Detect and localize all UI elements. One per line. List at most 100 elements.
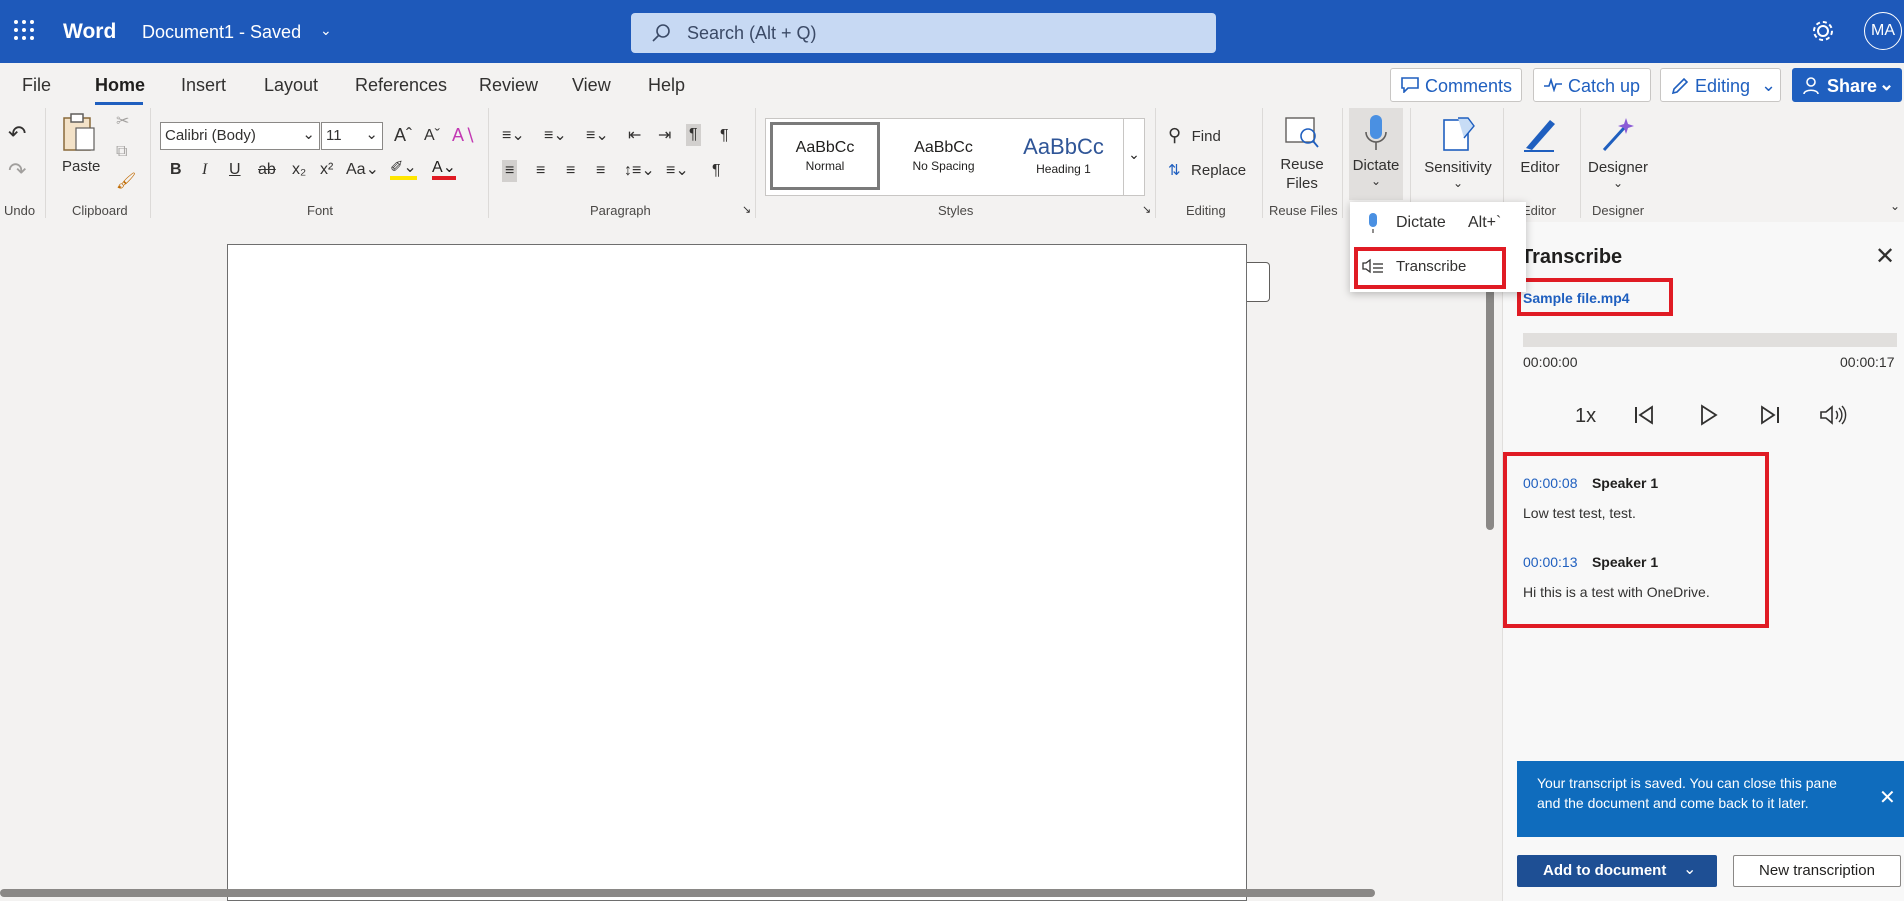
tab-review[interactable]: Review [479, 75, 538, 96]
cut-icon[interactable]: ✂ [116, 114, 129, 130]
comment-icon [1401, 77, 1419, 93]
ribbon: ↶ ↷ Undo Paste ✂ ⧉ 🖌 Clipboard Calibri (… [0, 108, 1904, 223]
numbering-icon[interactable]: ≡⌄ [544, 128, 567, 144]
highlight-icon[interactable]: ✐⌄ [390, 160, 417, 180]
search-box[interactable]: Search (Alt + Q) [631, 13, 1216, 53]
ltr-icon[interactable]: ¶ [686, 124, 701, 146]
italic-icon[interactable]: I [202, 162, 207, 178]
tab-home-underline [95, 102, 143, 105]
volume-icon[interactable] [1819, 404, 1847, 431]
increase-indent-icon[interactable]: ⇥ [658, 128, 671, 144]
find-button[interactable]: ⚲ Find [1168, 126, 1221, 146]
tab-layout[interactable]: Layout [264, 75, 318, 96]
chevron-down-icon[interactable]: ⌄ [320, 22, 332, 39]
app-launcher-icon[interactable] [12, 18, 36, 42]
editor-button[interactable]: Editor [1510, 114, 1570, 176]
style-no-spacing-name: No Spacing [912, 159, 975, 173]
grow-font-icon[interactable]: Aˆ [394, 126, 412, 144]
tab-home[interactable]: Home [95, 75, 145, 96]
document-title[interactable]: Document1 - Saved [142, 22, 301, 43]
line-spacing-icon[interactable]: ↕≡⌄ [624, 163, 655, 179]
font-color-icon[interactable]: A⌄ [432, 160, 457, 180]
comments-button[interactable]: Comments [1390, 68, 1522, 102]
saved-notification-text: Your transcript is saved. You can close … [1537, 775, 1837, 811]
skip-forward-icon[interactable] [1759, 404, 1781, 431]
highlight-box-file [1517, 278, 1673, 316]
divider [1155, 108, 1156, 218]
font-size-select[interactable]: 11 ⌄ [321, 122, 383, 150]
vertical-scrollbar[interactable] [1486, 280, 1494, 530]
horizontal-scrollbar[interactable] [0, 889, 1375, 897]
time-elapsed: 00:00:00 [1523, 354, 1578, 370]
audio-progress-bar[interactable] [1523, 333, 1897, 347]
replace-button[interactable]: ⇅ Replace [1168, 162, 1246, 180]
designer-button[interactable]: Designer ⌄ [1584, 114, 1652, 190]
tab-view[interactable]: View [572, 75, 611, 96]
editor-label: Editor [1520, 159, 1560, 176]
play-icon[interactable] [1697, 404, 1719, 431]
document-page[interactable] [227, 244, 1247, 901]
dialog-launcher-icon[interactable]: ↘ [1142, 205, 1151, 216]
align-right-icon[interactable]: ≡ [566, 163, 575, 179]
tab-help[interactable]: Help [648, 75, 685, 96]
decrease-indent-icon[interactable]: ⇤ [628, 128, 641, 144]
redo-icon[interactable]: ↷ [8, 160, 26, 182]
style-heading-1[interactable]: AaBbCc Heading 1 [1006, 122, 1121, 190]
settings-gear-icon[interactable] [1810, 18, 1836, 49]
catch-up-label: Catch up [1568, 76, 1641, 96]
tab-file[interactable]: File [22, 75, 51, 96]
chevron-down-icon: ⌄ [365, 126, 378, 143]
undo-icon[interactable]: ↶ [8, 123, 26, 145]
dictate-button[interactable]: Dictate ⌄ [1349, 108, 1403, 200]
copy-icon[interactable]: ⧉ [116, 144, 127, 160]
change-case-icon[interactable]: Aa⌄ [346, 162, 379, 178]
add-to-document-button[interactable]: Add to document ⌄ [1517, 855, 1717, 887]
paste-button[interactable]: Paste [60, 112, 102, 182]
skip-back-icon[interactable] [1633, 404, 1655, 431]
menu-item-dictate[interactable]: Dictate Alt+` [1350, 208, 1526, 238]
font-size-value: 11 [326, 127, 342, 144]
time-total: 00:00:17 [1840, 354, 1895, 370]
new-transcription-label: New transcription [1759, 862, 1875, 879]
style-no-spacing[interactable]: AaBbCc No Spacing [886, 122, 1001, 190]
reuse-files-button[interactable]: Reuse Files [1272, 116, 1332, 193]
shrink-font-icon[interactable]: Aˇ [424, 128, 440, 144]
close-icon[interactable]: ✕ [1879, 785, 1896, 810]
style-normal[interactable]: AaBbCc Normal [770, 122, 880, 190]
show-formatting-icon[interactable]: ¶ [712, 163, 721, 179]
close-icon[interactable]: ✕ [1875, 242, 1895, 271]
new-transcription-button[interactable]: New transcription [1733, 855, 1901, 887]
tab-insert[interactable]: Insert [181, 75, 226, 96]
align-left-icon[interactable]: ≡ [502, 160, 518, 182]
subscript-icon[interactable]: x₂ [292, 162, 306, 178]
clear-formatting-icon[interactable]: A∖ [452, 126, 475, 144]
underline-icon[interactable]: U [229, 162, 241, 178]
chevron-down-icon: ⌄ [1452, 176, 1464, 190]
playback-speed-button[interactable]: 1x [1575, 405, 1596, 428]
dialog-launcher-icon[interactable]: ↘ [742, 205, 751, 216]
app-name[interactable]: Word [63, 20, 116, 44]
page-side-marker [1247, 262, 1270, 302]
bold-icon[interactable]: B [170, 162, 182, 178]
format-painter-icon[interactable]: 🖌 [116, 174, 136, 190]
multilevel-list-icon[interactable]: ≡⌄ [586, 128, 609, 144]
rtl-icon[interactable]: ¶ [720, 128, 729, 144]
bullets-icon[interactable]: ≡⌄ [502, 128, 525, 144]
avatar[interactable]: MA [1864, 12, 1902, 50]
search-placeholder: Search (Alt + Q) [687, 23, 817, 43]
superscript-icon[interactable]: x² [320, 162, 333, 178]
sensitivity-button[interactable]: Sensitivity ⌄ [1420, 114, 1496, 190]
share-label: Share [1827, 76, 1878, 96]
divider [45, 108, 46, 218]
share-button[interactable]: Share ⌄ [1792, 68, 1902, 102]
editing-mode-button[interactable]: Editing ⌄ [1660, 68, 1781, 102]
font-name-select[interactable]: Calibri (Body) ⌄ [160, 122, 320, 150]
paragraph-spacing-icon[interactable]: ≡⌄ [666, 163, 689, 179]
align-center-icon[interactable]: ≡ [536, 163, 545, 179]
strikethrough-icon[interactable]: ab [258, 162, 276, 178]
catch-up-button[interactable]: Catch up [1533, 68, 1651, 102]
ribbon-collapse-icon[interactable]: ⌄ [1890, 200, 1900, 212]
tab-references[interactable]: References [355, 75, 447, 96]
justify-icon[interactable]: ≡ [596, 163, 605, 179]
styles-more-icon[interactable]: ⌄ [1123, 119, 1144, 195]
